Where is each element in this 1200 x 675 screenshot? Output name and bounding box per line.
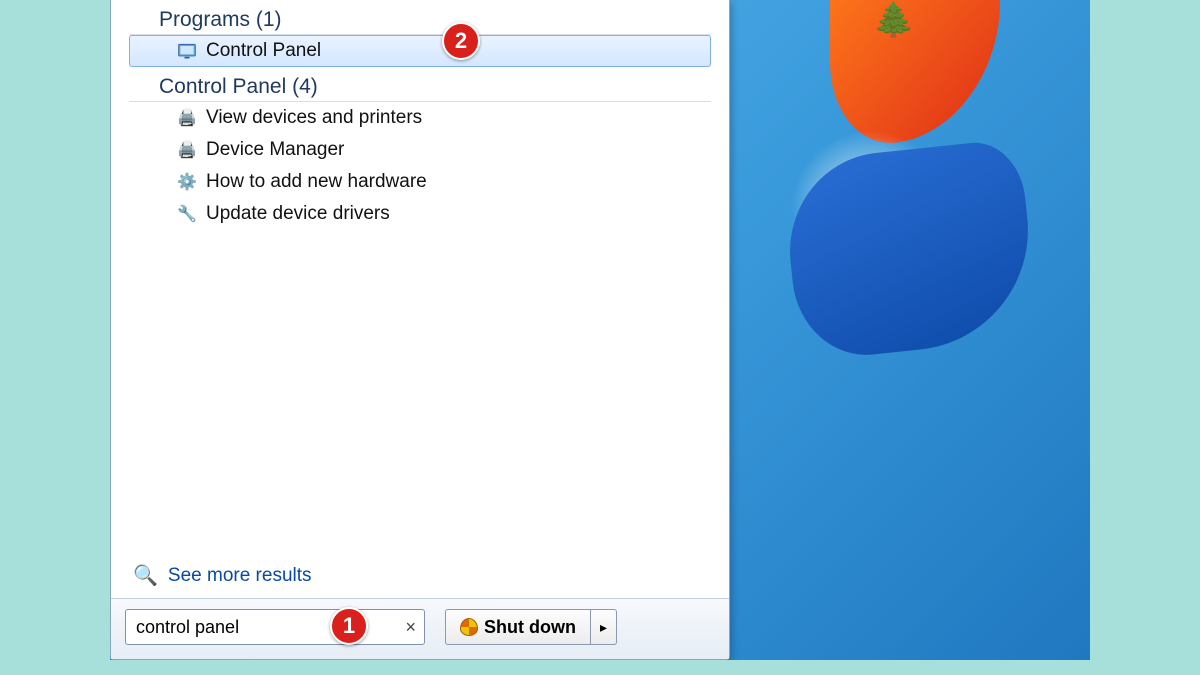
section-header-programs: Programs (1) xyxy=(129,6,711,35)
result-label: Update device drivers xyxy=(206,203,390,225)
shutdown-button[interactable]: Shut down xyxy=(445,609,591,645)
see-more-label: See more results xyxy=(168,565,312,587)
result-update-drivers[interactable]: 🔧 Update device drivers xyxy=(129,198,711,230)
see-more-results-link[interactable]: 🔍 See more results xyxy=(111,555,729,598)
device-manager-icon: 🖨️ xyxy=(176,139,198,161)
section-header-control-panel: Control Panel (4) xyxy=(129,73,711,102)
tree-icon: 🌲 xyxy=(873,0,915,40)
result-view-devices-printers[interactable]: 🖨️ View devices and printers xyxy=(129,102,711,134)
result-control-panel-program[interactable]: Control Panel xyxy=(129,35,711,67)
shutdown-options-arrow[interactable]: ▸ xyxy=(591,609,617,645)
clear-search-icon[interactable]: × xyxy=(405,617,416,638)
start-menu-bottom-bar: × Shut down ▸ xyxy=(111,598,729,659)
search-box[interactable]: × xyxy=(125,609,425,645)
search-icon: 🔍 xyxy=(133,563,158,588)
result-label: Device Manager xyxy=(206,139,344,161)
shutdown-label: Shut down xyxy=(484,617,576,638)
hardware-icon: ⚙️ xyxy=(176,171,198,193)
start-menu-search-results: Programs (1) Control Panel Control Panel… xyxy=(110,0,730,660)
shield-icon xyxy=(460,618,478,636)
desktop-wallpaper: 🌲 Programs (1) Control Panel Control Pan… xyxy=(110,0,1090,660)
printer-icon: 🖨️ xyxy=(176,107,198,129)
update-drivers-icon: 🔧 xyxy=(176,203,198,225)
result-label: Control Panel xyxy=(206,40,321,62)
result-device-manager[interactable]: 🖨️ Device Manager xyxy=(129,134,711,166)
windows-logo-wallpaper: 🌲 xyxy=(730,0,1060,450)
annotation-badge-1: 1 xyxy=(330,607,368,645)
result-label: View devices and printers xyxy=(206,107,422,129)
result-label: How to add new hardware xyxy=(206,171,427,193)
result-add-hardware[interactable]: ⚙️ How to add new hardware xyxy=(129,166,711,198)
control-panel-icon xyxy=(176,40,198,62)
annotation-badge-2: 2 xyxy=(442,22,480,60)
